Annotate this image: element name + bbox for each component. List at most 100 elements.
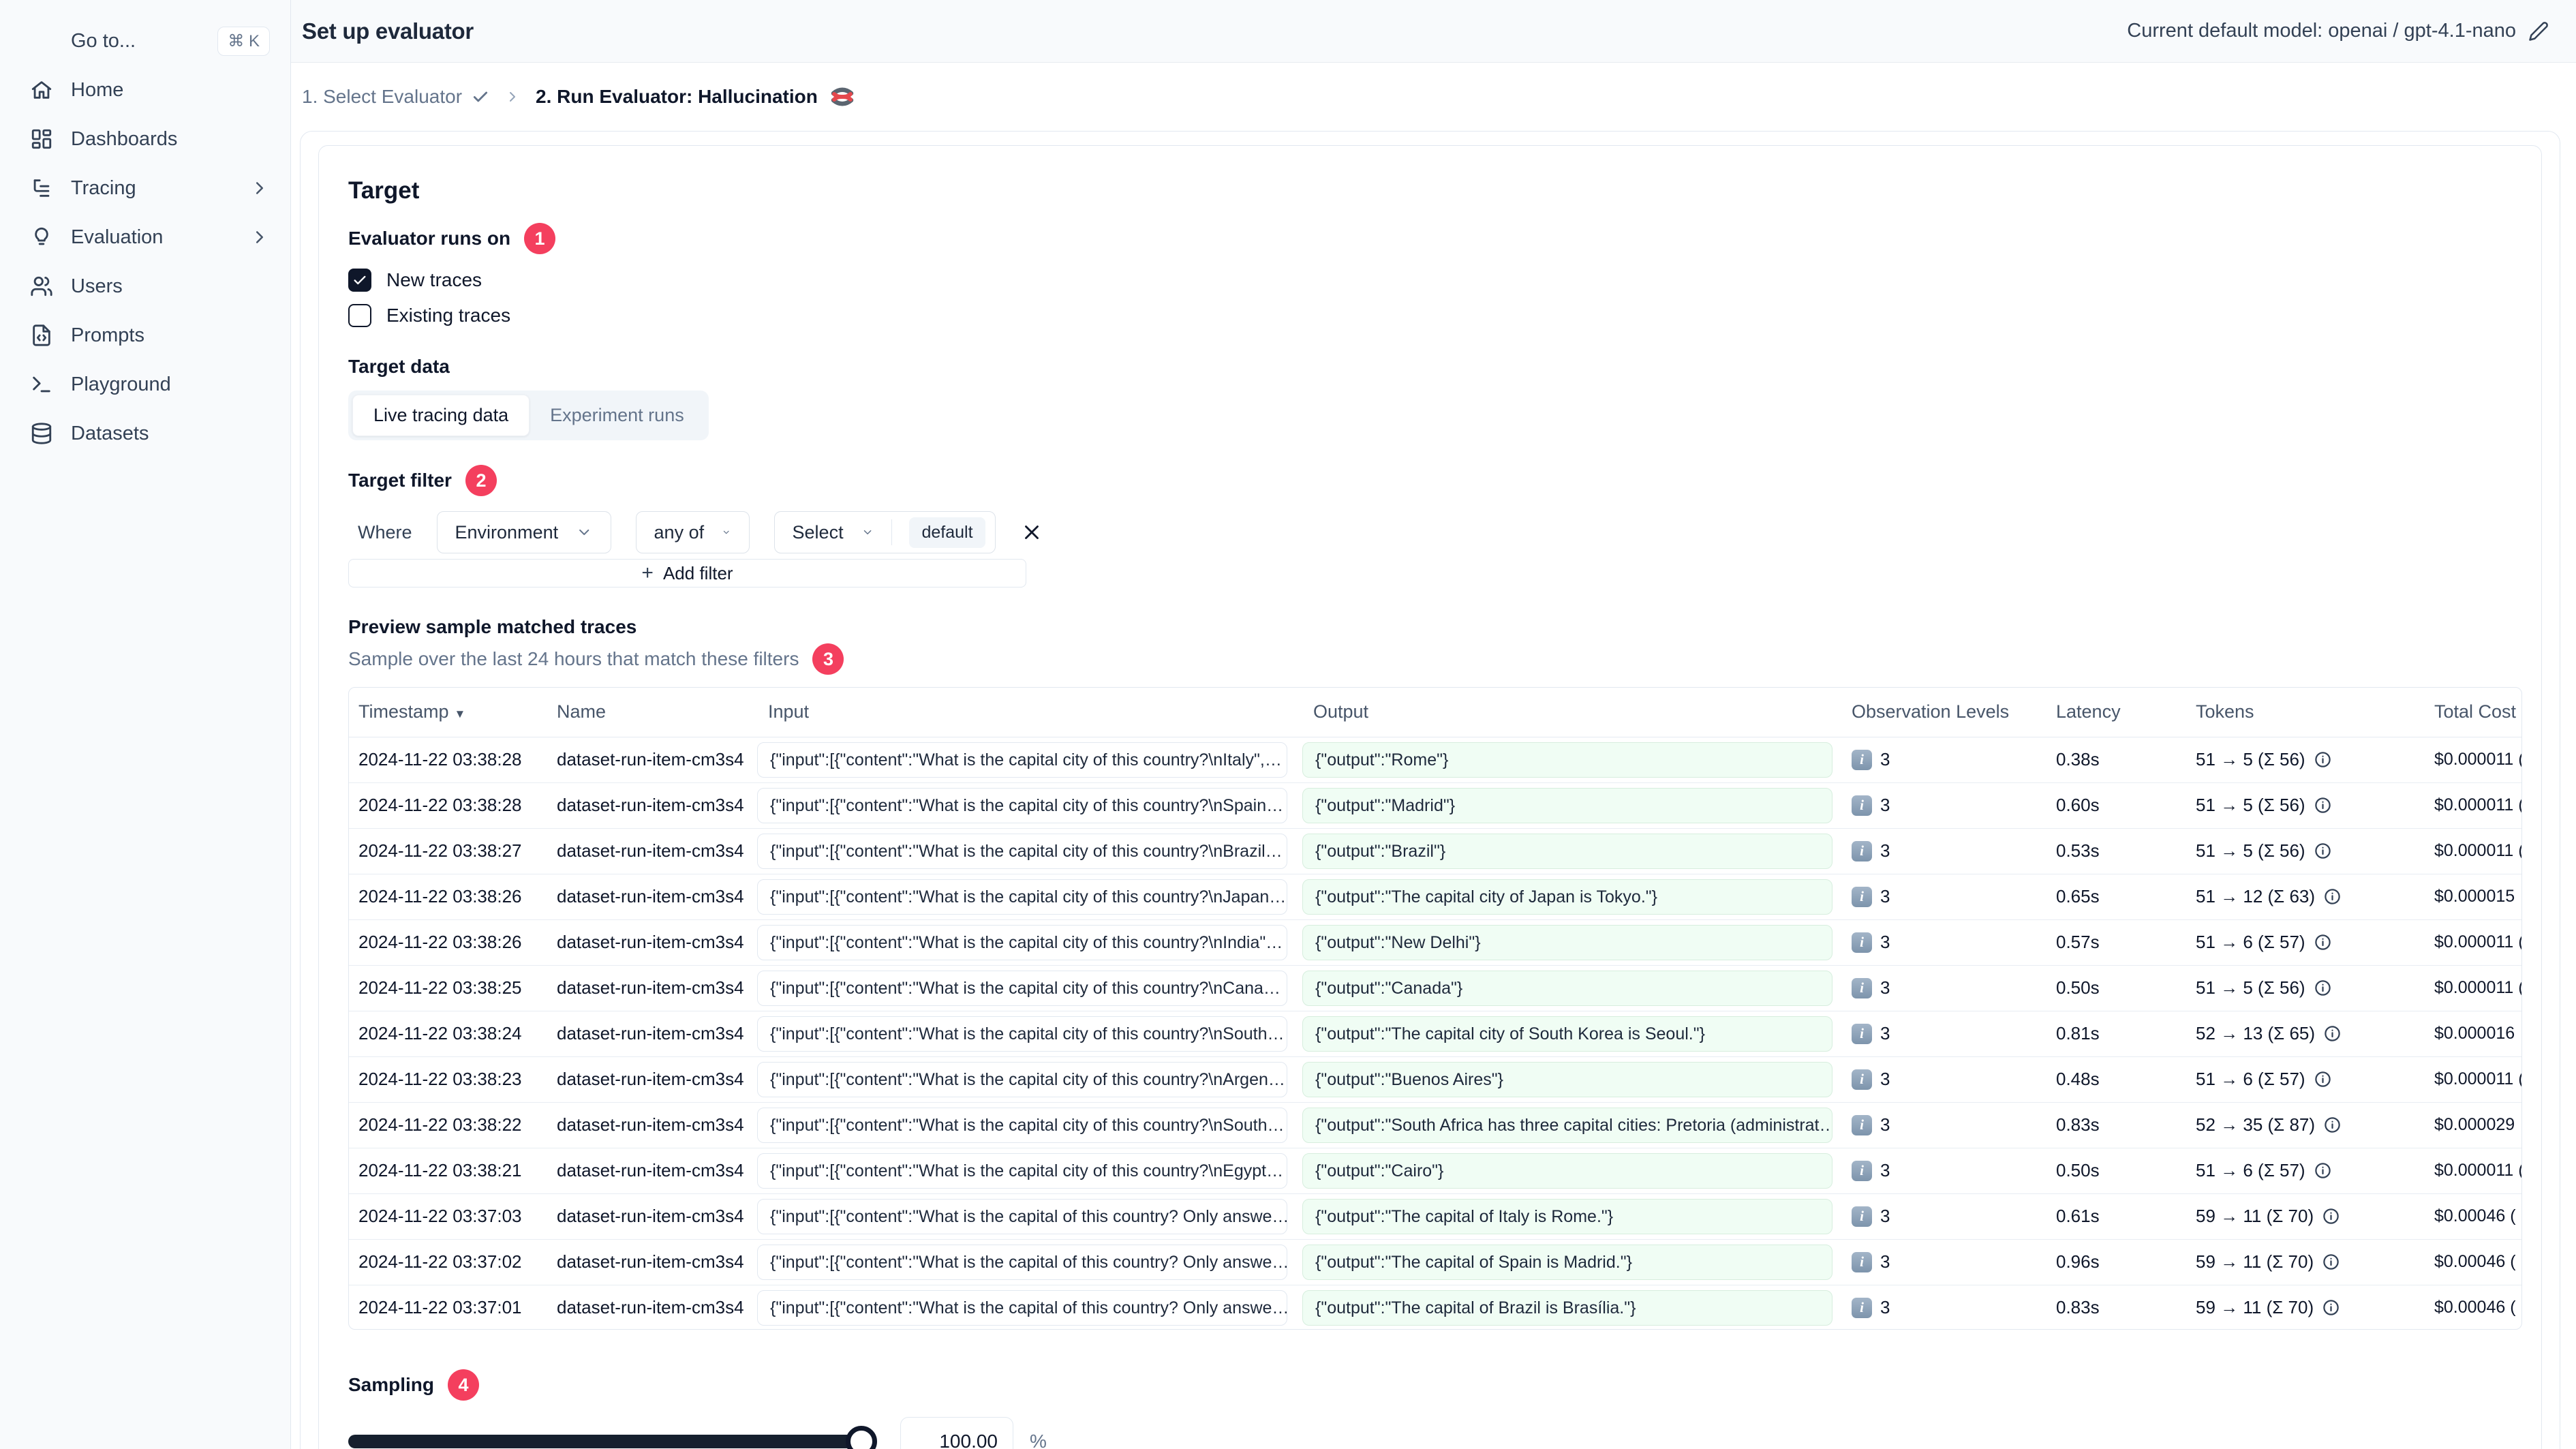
timestamp-cell: 2024-11-22 03:38:27 <box>358 840 522 861</box>
sidebar-item-users[interactable]: Users <box>30 262 270 311</box>
total-cost-cell: $0.000011 ( <box>2434 978 2522 997</box>
info-square-icon: i <box>1852 1251 1872 1272</box>
checkbox-unchecked-icon[interactable] <box>348 304 371 327</box>
edit-pencil-icon[interactable] <box>2528 21 2549 42</box>
checkbox-new-traces[interactable]: New traces <box>348 265 2518 295</box>
sidebar-item-evaluation[interactable]: Evaluation <box>30 213 270 262</box>
name-cell: dataset-run-item-cm3s4 <box>557 1114 744 1135</box>
output-cell: {"output":"Buenos Aires"} <box>1302 1061 1833 1097</box>
checkbox-checked-icon[interactable] <box>348 269 371 292</box>
table-row[interactable]: 2024-11-22 03:37:03 dataset-run-item-cm3… <box>349 1193 2521 1239</box>
add-filter-button[interactable]: + Add filter <box>348 559 1026 588</box>
default-model-label: Current default model: openai / gpt-4.1-… <box>2127 20 2516 42</box>
evaluation-icon <box>30 226 53 249</box>
target-data-tabs: Live tracing data Experiment runs <box>348 391 709 440</box>
info-square-icon: i <box>1852 977 1872 998</box>
table-row[interactable]: 2024-11-22 03:38:28 dataset-run-item-cm3… <box>349 782 2521 828</box>
info-icon <box>2314 1161 2332 1180</box>
observation-levels-cell: 3 <box>1880 795 1890 815</box>
name-cell: dataset-run-item-cm3s4 <box>557 1206 744 1226</box>
total-cost-cell: $0.000011 ( <box>2434 932 2522 951</box>
table-row[interactable]: 2024-11-22 03:38:23 dataset-run-item-cm3… <box>349 1056 2521 1102</box>
latency-cell: 0.48s <box>2056 1069 2100 1089</box>
table-row[interactable]: 2024-11-22 03:38:26 dataset-run-item-cm3… <box>349 919 2522 965</box>
observation-levels-cell: 3 <box>1880 840 1890 861</box>
tab-live-tracing-data[interactable]: Live tracing data <box>352 395 530 436</box>
table-row[interactable]: 2024-11-22 03:37:01 dataset-run-item-cm3… <box>349 1285 2521 1329</box>
table-row[interactable]: 2024-11-22 03:38:27 dataset-run-item-cm3… <box>349 828 2521 874</box>
info-icon <box>2314 933 2332 951</box>
name-cell: dataset-run-item-cm3s4 <box>557 1069 744 1089</box>
filter-operator-select[interactable]: any of <box>635 511 750 553</box>
filter-value-chip: default <box>909 517 985 548</box>
table-row[interactable]: 2024-11-22 03:38:22 dataset-run-item-cm3… <box>349 1102 2521 1148</box>
table-row[interactable]: 2024-11-22 03:37:02 dataset-run-item-cm3… <box>349 1239 2521 1285</box>
checkbox-existing-traces[interactable]: Existing traces <box>348 301 2518 331</box>
tokens-cell: 51 → 5 (Σ 56) <box>2196 749 2305 769</box>
goto-search[interactable]: Go to... ⌘ K <box>30 16 270 65</box>
info-icon <box>2314 1070 2332 1088</box>
name-cell: dataset-run-item-cm3s4 <box>557 1160 744 1180</box>
info-icon <box>2322 1253 2340 1271</box>
sidebar-item-dashboards[interactable]: Dashboards <box>30 115 270 164</box>
info-square-icon: i <box>1852 749 1872 770</box>
timestamp-cell: 2024-11-22 03:38:25 <box>358 977 522 998</box>
filter-value-select[interactable]: Select default <box>773 511 996 553</box>
target-data-label: Target data <box>348 356 450 377</box>
info-square-icon: i <box>1852 795 1872 816</box>
tokens-cell: 51 → 5 (Σ 56) <box>2196 840 2305 861</box>
table-row[interactable]: 2024-11-22 03:38:24 dataset-run-item-cm3… <box>349 1011 2521 1056</box>
sampling-slider[interactable] <box>348 1426 877 1449</box>
input-cell: {"input":[{"content":"What is the capita… <box>757 787 1287 823</box>
plus-icon: + <box>641 562 654 584</box>
sidebar-item-prompts[interactable]: Prompts <box>30 311 270 360</box>
where-label: Where <box>358 521 412 543</box>
table-row[interactable]: 2024-11-22 03:38:21 dataset-run-item-cm3… <box>349 1148 2521 1193</box>
info-icon <box>2314 750 2332 769</box>
knot-icon <box>831 87 854 106</box>
column-header-output: Output <box>1293 688 1838 737</box>
latency-cell: 0.50s <box>2056 1160 2100 1180</box>
table-row[interactable]: 2024-11-22 03:38:26 dataset-run-item-cm3… <box>349 874 2521 919</box>
output-cell: {"output":"Brazil"} <box>1302 833 1833 869</box>
sidebar-item-tracing[interactable]: Tracing <box>30 164 270 213</box>
remove-filter-icon[interactable] <box>1020 521 1043 544</box>
sampling-percent-input[interactable]: 100.00 <box>900 1417 1013 1449</box>
chevron-down-icon <box>722 523 731 541</box>
sidebar-item-datasets[interactable]: Datasets <box>30 409 270 458</box>
total-cost-cell: $0.000011 ( <box>2434 750 2522 769</box>
tokens-cell: 51 → 5 (Σ 56) <box>2196 795 2305 815</box>
sidebar-item-home[interactable]: Home <box>30 65 270 115</box>
input-cell: {"input":[{"content":"What is the capita… <box>757 1016 1287 1052</box>
input-cell: {"input":[{"content":"What is the capita… <box>757 879 1287 915</box>
output-cell: {"output":"The capital city of South Kor… <box>1302 1016 1833 1052</box>
column-header-timestamp[interactable]: Timestamp ▼ <box>349 688 550 737</box>
table-row[interactable]: 2024-11-22 03:38:25 dataset-run-item-cm3… <box>349 965 2522 1011</box>
tracing-icon <box>30 177 53 200</box>
observation-levels-cell: 3 <box>1880 749 1890 769</box>
topbar: Set up evaluator Current default model: … <box>291 0 2576 63</box>
column-header-observation-levels: Observation Levels <box>1838 688 2042 737</box>
setup-card-outer: Target Evaluator runs on 1 New traces Ex… <box>300 131 2560 1449</box>
timestamp-cell: 2024-11-22 03:37:02 <box>358 1251 522 1272</box>
table-row[interactable]: 2024-11-22 03:38:28 dataset-run-item-cm3… <box>349 737 2522 782</box>
name-cell: dataset-run-item-cm3s4 <box>557 840 744 861</box>
input-cell: {"input":[{"content":"What is the capita… <box>757 1107 1287 1143</box>
name-cell: dataset-run-item-cm3s4 <box>557 932 744 952</box>
timestamp-cell: 2024-11-22 03:38:28 <box>358 795 522 815</box>
filter-column-select[interactable]: Environment <box>436 511 611 553</box>
input-cell: {"input":[{"content":"What is the capita… <box>757 970 1287 1006</box>
tokens-cell: 51 → 5 (Σ 56) <box>2196 977 2305 998</box>
chevron-right-icon <box>249 227 270 247</box>
chevron-right-icon <box>504 89 521 105</box>
info-icon <box>2323 1116 2342 1134</box>
slider-handle[interactable] <box>846 1426 877 1449</box>
tab-experiment-runs[interactable]: Experiment runs <box>530 395 705 436</box>
info-square-icon: i <box>1852 886 1872 907</box>
column-header-input: Input <box>748 688 1293 737</box>
sidebar-item-playground[interactable]: Playground <box>30 360 270 409</box>
total-cost-cell: $0.000015 <box>2434 887 2515 906</box>
breadcrumb-step1[interactable]: 1. Select Evaluator <box>302 86 489 108</box>
tokens-cell: 51 → 12 (Σ 63) <box>2196 886 2316 906</box>
name-cell: dataset-run-item-cm3s4 <box>557 977 744 998</box>
